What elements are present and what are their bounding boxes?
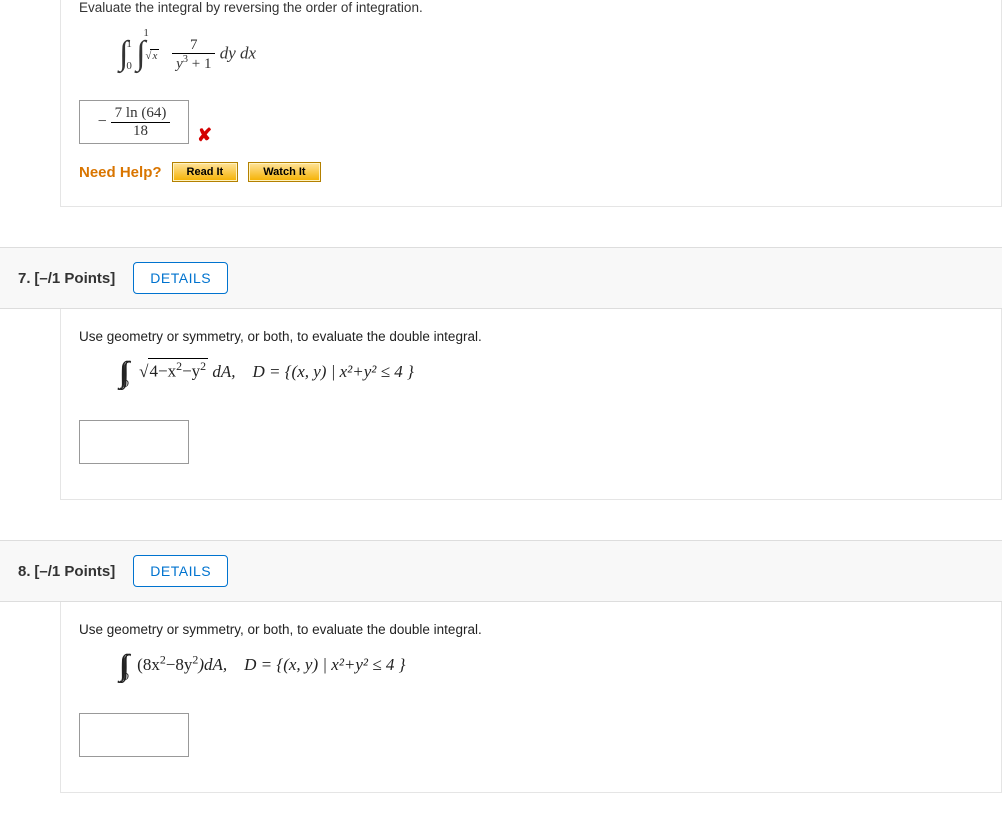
q8-prompt: Use geometry or symmetry, or both, to ev… xyxy=(79,622,983,637)
q8-answer-input[interactable] xyxy=(79,713,189,757)
frac-den-const: + 1 xyxy=(188,56,211,72)
q6-integral: ∫10 ∫1x 7 y3 + 1 dy dx xyxy=(119,27,983,82)
int-b: −8y xyxy=(166,655,193,674)
q8-number: 8. xyxy=(18,563,31,580)
q8-integral: ∫∫D (8x2−8y2)dA, D = {(x, y) | x²+y² ≤ 4… xyxy=(119,649,983,695)
sqrt-icon: x xyxy=(143,49,159,72)
q7-number: 7. xyxy=(18,270,31,287)
q8-header: 8. [–/1 Points] DETAILS xyxy=(0,540,1002,602)
watch-it-button[interactable]: Watch It xyxy=(248,162,320,182)
question-7: 7. [–/1 Points] DETAILS Use geometry or … xyxy=(0,247,1002,500)
question-6-body: Evaluate the integral by reversing the o… xyxy=(60,0,1002,207)
outer-upper: 1 xyxy=(126,38,132,50)
answer-den: 18 xyxy=(111,123,171,140)
dA: dA, xyxy=(212,362,235,381)
region-sub: D xyxy=(121,379,128,390)
sqrt-icon: 4−x2−y2 xyxy=(137,358,208,382)
int-a: (8x xyxy=(137,655,160,674)
q7-integral: ∫∫D 4−x2−y2 dA, D = {(x, y) | x²+y² ≤ 4 … xyxy=(119,356,983,402)
surd-a: 4−x xyxy=(150,362,177,381)
frac-num: 7 xyxy=(172,37,215,55)
details-button[interactable]: DETAILS xyxy=(133,262,228,294)
answer-sign: − xyxy=(98,113,107,131)
inner-lower: x xyxy=(152,50,157,62)
integrand-fraction: 7 y3 + 1 xyxy=(172,37,215,73)
answer-num: 7 ln (64) xyxy=(111,105,171,123)
q7-answer-input[interactable] xyxy=(79,420,189,464)
q7-region: D = {(x, y) | x²+y² ≤ 4 } xyxy=(253,362,414,381)
q7-prompt: Use geometry or symmetry, or both, to ev… xyxy=(79,329,983,344)
incorrect-icon: ✘ xyxy=(197,125,212,146)
outer-lower: 0 xyxy=(126,60,132,72)
q8-points: [–/1 Points] xyxy=(34,563,115,580)
read-it-button[interactable]: Read It xyxy=(172,162,239,182)
int-c: )dA, xyxy=(198,655,227,674)
q8-region: D = {(x, y) | x²+y² ≤ 4 } xyxy=(244,655,405,674)
q6-answer-input[interactable]: − 7 ln (64) 18 xyxy=(79,100,189,144)
region-sub: D xyxy=(121,672,128,683)
q7-points: [–/1 Points] xyxy=(34,270,115,287)
q8-body: Use geometry or symmetry, or both, to ev… xyxy=(60,602,1002,793)
integral-differentials: dy dx xyxy=(220,43,256,62)
answer-fraction: 7 ln (64) 18 xyxy=(111,105,171,139)
need-help-row: Need Help? Read It Watch It xyxy=(79,162,983,182)
question-8: 8. [–/1 Points] DETAILS Use geometry or … xyxy=(0,540,1002,793)
need-help-label: Need Help? xyxy=(79,164,162,181)
surd-b: −y xyxy=(182,362,200,381)
q7-header: 7. [–/1 Points] DETAILS xyxy=(0,247,1002,309)
exp-y: 2 xyxy=(200,359,206,373)
frac-den-var: y xyxy=(176,56,183,72)
q6-prompt: Evaluate the integral by reversing the o… xyxy=(79,0,983,15)
inner-upper: 1 xyxy=(143,27,159,39)
details-button[interactable]: DETAILS xyxy=(133,555,228,587)
q7-body: Use geometry or symmetry, or both, to ev… xyxy=(60,309,1002,500)
